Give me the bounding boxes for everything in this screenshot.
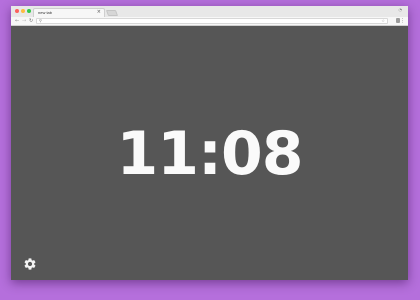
clock-time: 11:08 <box>116 119 304 189</box>
tab-new-tab[interactable]: new tab × <box>33 8 105 17</box>
zoom-window-button[interactable] <box>27 9 31 13</box>
browser-toolbar: ← → ↻ ⚲ ☆ ⋮ <box>11 17 408 26</box>
gear-icon <box>24 258 36 270</box>
forward-button[interactable]: → <box>22 18 26 24</box>
close-window-button[interactable] <box>15 9 19 13</box>
profile-icon[interactable]: ◔ <box>399 7 403 12</box>
minimize-window-button[interactable] <box>21 9 25 13</box>
browser-window: new tab × ◔ ← → ↻ ⚲ ☆ ⋮ 11:08 <box>11 6 408 280</box>
tab-strip: new tab × ◔ <box>11 6 408 17</box>
search-icon: ⚲ <box>39 18 42 23</box>
new-tab-page: 11:08 <box>11 26 408 280</box>
settings-button[interactable] <box>23 256 37 270</box>
tab-title: new tab <box>38 10 53 15</box>
reload-button[interactable]: ↻ <box>29 18 33 24</box>
new-tab-button[interactable] <box>105 10 119 16</box>
back-button[interactable]: ← <box>15 18 19 24</box>
kebab-menu-icon[interactable]: ⋮ <box>400 18 405 24</box>
tab-close-icon[interactable]: × <box>97 9 101 15</box>
address-bar[interactable]: ⚲ ☆ <box>36 18 388 24</box>
window-controls <box>15 9 31 13</box>
star-icon[interactable]: ☆ <box>381 18 385 23</box>
